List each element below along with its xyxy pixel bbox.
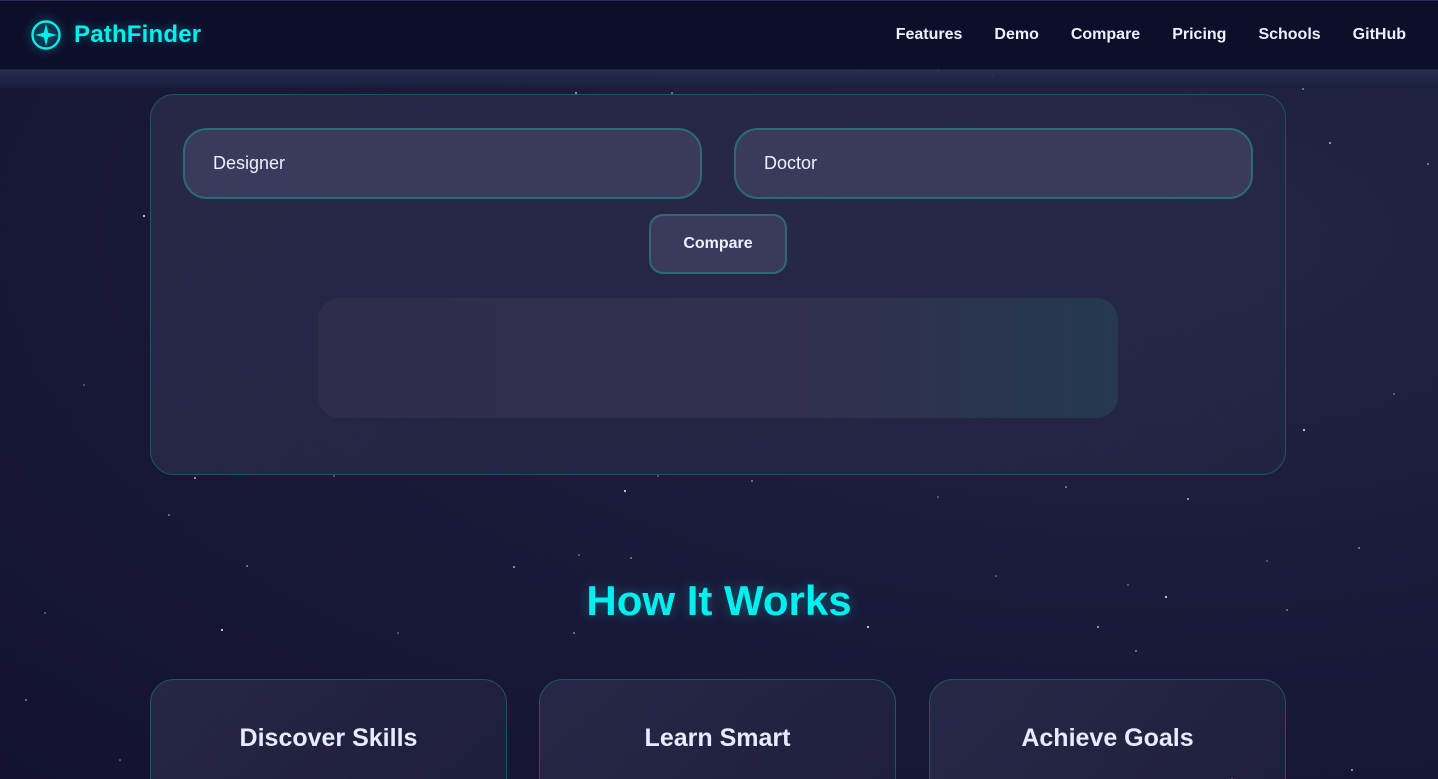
star-dot [1302, 88, 1304, 90]
star-dot [1096, 625, 1100, 629]
nav-link-github[interactable]: GitHub [1353, 26, 1406, 44]
star-dot [937, 496, 939, 498]
star-dot [1186, 497, 1190, 501]
career-b-input[interactable] [734, 128, 1253, 199]
star-dot [25, 699, 27, 701]
star-dot [1065, 486, 1067, 488]
compass-star-icon [31, 20, 61, 50]
star-dot [751, 480, 753, 482]
star-dot [193, 476, 197, 480]
star-dot [1358, 547, 1360, 549]
star-dot [142, 214, 146, 218]
step-card-title: Learn Smart [644, 724, 791, 752]
star-dot [630, 557, 632, 559]
step-card-learn-smart: Learn Smart [539, 679, 896, 779]
star-dot [333, 475, 335, 477]
star-dot [397, 632, 399, 634]
star-dot [119, 759, 121, 761]
how-it-works-heading: How It Works [586, 577, 852, 624]
step-card-discover-skills: Discover Skills [150, 679, 507, 779]
career-a-input[interactable] [183, 128, 702, 199]
star-dot [573, 632, 575, 634]
nav-link-schools[interactable]: Schools [1258, 26, 1320, 44]
nav-link-demo[interactable]: Demo [994, 26, 1038, 44]
nav-link-pricing[interactable]: Pricing [1172, 26, 1226, 44]
nav-link-features[interactable]: Features [896, 26, 963, 44]
star-dot [220, 628, 224, 632]
nav-link-compare[interactable]: Compare [1071, 26, 1140, 44]
star-dot [866, 625, 870, 629]
star-dot [512, 565, 516, 569]
star-dot [657, 475, 659, 477]
brand-logo[interactable]: PathFinder [30, 19, 201, 51]
brand-name: PathFinder [74, 21, 202, 48]
top-navbar: PathFinder Features Demo Compare Pricing… [0, 0, 1438, 70]
compare-button[interactable]: Compare [649, 214, 787, 274]
star-dot [1393, 393, 1395, 395]
star-dot [623, 489, 627, 493]
star-dot [168, 514, 170, 516]
career-compare-panel: Compare [150, 94, 1286, 475]
star-dot [1302, 428, 1306, 432]
star-dot [246, 565, 248, 567]
star-dot [1328, 141, 1332, 145]
step-card-title: Discover Skills [239, 724, 418, 752]
comparison-result [318, 298, 1118, 418]
main-nav: Features Demo Compare Pricing Schools Gi… [896, 26, 1406, 44]
step-card-achieve-goals: Achieve Goals [929, 679, 1286, 779]
star-dot [1135, 650, 1137, 652]
star-dot [578, 554, 580, 556]
star-dot [1427, 163, 1429, 165]
step-card-title: Achieve Goals [1021, 724, 1194, 752]
star-dot [83, 384, 85, 386]
header-shadow [0, 70, 1438, 88]
star-dot [1266, 560, 1268, 562]
star-dot [1350, 768, 1354, 772]
